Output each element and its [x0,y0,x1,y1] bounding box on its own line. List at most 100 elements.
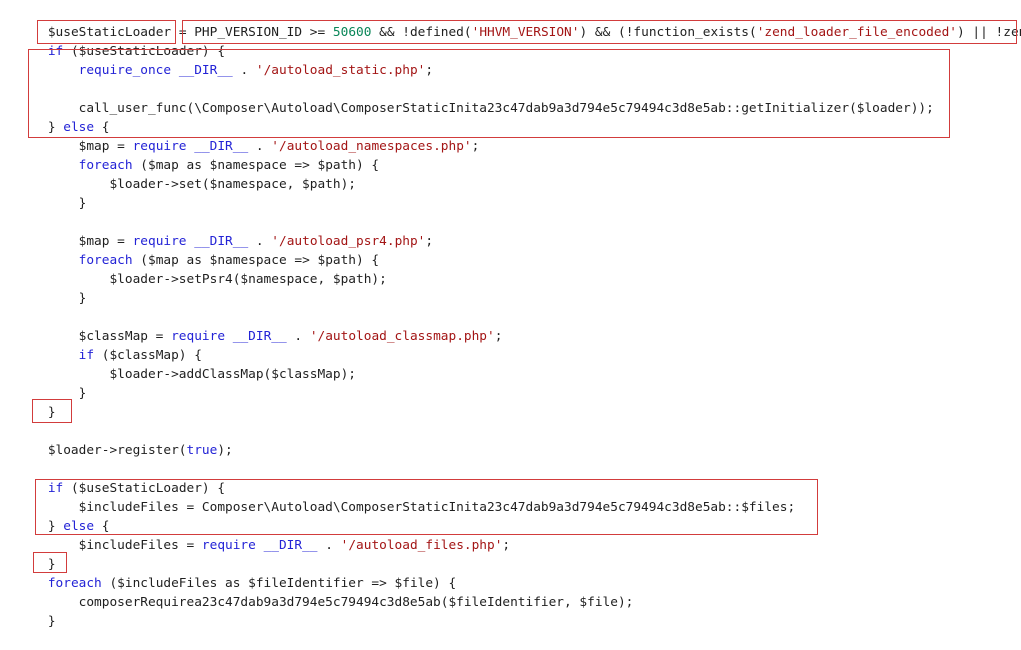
code-line: $useStaticLoader = PHP_VERSION_ID >= 506… [17,23,1021,42]
code-token: } [17,386,87,401]
code-line: foreach ($includeFiles as $fileIdentifie… [17,574,456,593]
code-view: $useStaticLoader = PHP_VERSION_ID >= 506… [0,0,1021,650]
code-line: } [17,555,56,574]
code-token: call_user_func(\Composer\Autoload\Compos… [17,101,934,116]
code-token: else [63,120,95,135]
code-line: $loader->register(true); [17,441,233,460]
code-token: ; [494,329,503,344]
code-token: composerRequirea23c47dab9a3d794e5c79494c… [17,595,634,610]
code-line: if ($useStaticLoader) { [17,479,225,498]
code-line: if ($useStaticLoader) { [17,42,225,61]
code-token: if [47,44,64,59]
code-token: ($useStaticLoader) { [63,481,226,496]
code-line: } [17,612,56,631]
code-token: ($map as $namespace => $path) { [132,253,380,268]
code-line: } [17,289,87,308]
code-token: __DIR__ [263,538,318,553]
code-token: $loader->addClassMap($classMap); [17,367,356,382]
code-token: } [17,120,64,135]
code-token: ; [471,139,480,154]
code-line: } [17,403,56,422]
code-token: ) || !zend [957,25,1021,40]
code-token: ) && (!function_exists( [579,25,757,40]
code-line: if ($classMap) { [17,346,202,365]
code-token: require_once [78,63,172,78]
code-token: } [17,557,56,572]
code-line: $includeFiles = Composer\Autoload\Compos… [17,498,796,517]
code-token: ; [425,63,434,78]
code-line: $map = require __DIR__ . '/autoload_psr4… [17,232,433,251]
code-token: require [132,234,187,249]
code-token: { [94,120,110,135]
code-token: $map = [17,139,133,154]
code-token: foreach [78,158,133,173]
code-token: __DIR__ [194,234,249,249]
code-token: __DIR__ [194,139,249,154]
code-line: $loader->addClassMap($classMap); [17,365,356,384]
code-token: } [17,291,87,306]
code-token: ($useStaticLoader) { [63,44,226,59]
code-token: if [47,481,64,496]
code-token: foreach [47,576,102,591]
code-line: composerRequirea23c47dab9a3d794e5c79494c… [17,593,634,612]
code-token: } [17,196,87,211]
code-token: '/autoload_classmap.php' [309,329,495,344]
code-token: true [186,443,218,458]
code-token: . [248,139,272,154]
code-token: ; [425,234,434,249]
code-token: $loader->set($namespace, $path); [17,177,356,192]
code-token: '/autoload_psr4.php' [271,234,426,249]
code-line: } else { [17,517,110,536]
code-token: require [132,139,187,154]
code-token: . [286,329,310,344]
code-token: ; [502,538,511,553]
code-token: && !defined( [371,25,472,40]
code-token: 50600 [332,25,372,40]
code-token: } [17,405,56,420]
code-token: . [248,234,272,249]
code-token: else [63,519,95,534]
code-token: '/autoload_files.php' [340,538,503,553]
code-token: '/autoload_namespaces.php' [271,139,472,154]
code-line: foreach ($map as $namespace => $path) { [17,156,379,175]
code-line: call_user_func(\Composer\Autoload\Compos… [17,99,934,118]
code-token: ($includeFiles as $fileIdentifier => $fi… [101,576,457,591]
code-token: 'HHVM_VERSION' [471,25,580,40]
code-token: $loader->register( [17,443,187,458]
code-line: $loader->setPsr4($namespace, $path); [17,270,387,289]
code-line: $loader->set($namespace, $path); [17,175,356,194]
code-token: ($classMap) { [94,348,202,363]
code-token: } [17,519,64,534]
code-token: $includeFiles = Composer\Autoload\Compos… [17,500,796,515]
code-token: __DIR__ [178,63,233,78]
code-token: require [171,329,226,344]
code-token: foreach [78,253,133,268]
code-token: $classMap = [17,329,172,344]
code-line: $classMap = require __DIR__ . '/autoload… [17,327,503,346]
code-token: __DIR__ [232,329,287,344]
code-token: . [232,63,256,78]
code-line: $map = require __DIR__ . '/autoload_name… [17,137,480,156]
code-token: { [94,519,110,534]
code-token: $map = [17,234,133,249]
code-line: } [17,194,87,213]
code-token: require [201,538,256,553]
code-token: . [317,538,341,553]
code-token: $loader->setPsr4($namespace, $path); [17,272,387,287]
code-line: $includeFiles = require __DIR__ . '/auto… [17,536,511,555]
code-token: ($map as $namespace => $path) { [132,158,380,173]
code-token: $includeFiles = [17,538,202,553]
code-token: } [17,614,56,629]
code-token: if [78,348,95,363]
code-token: $useStaticLoader [47,25,172,40]
